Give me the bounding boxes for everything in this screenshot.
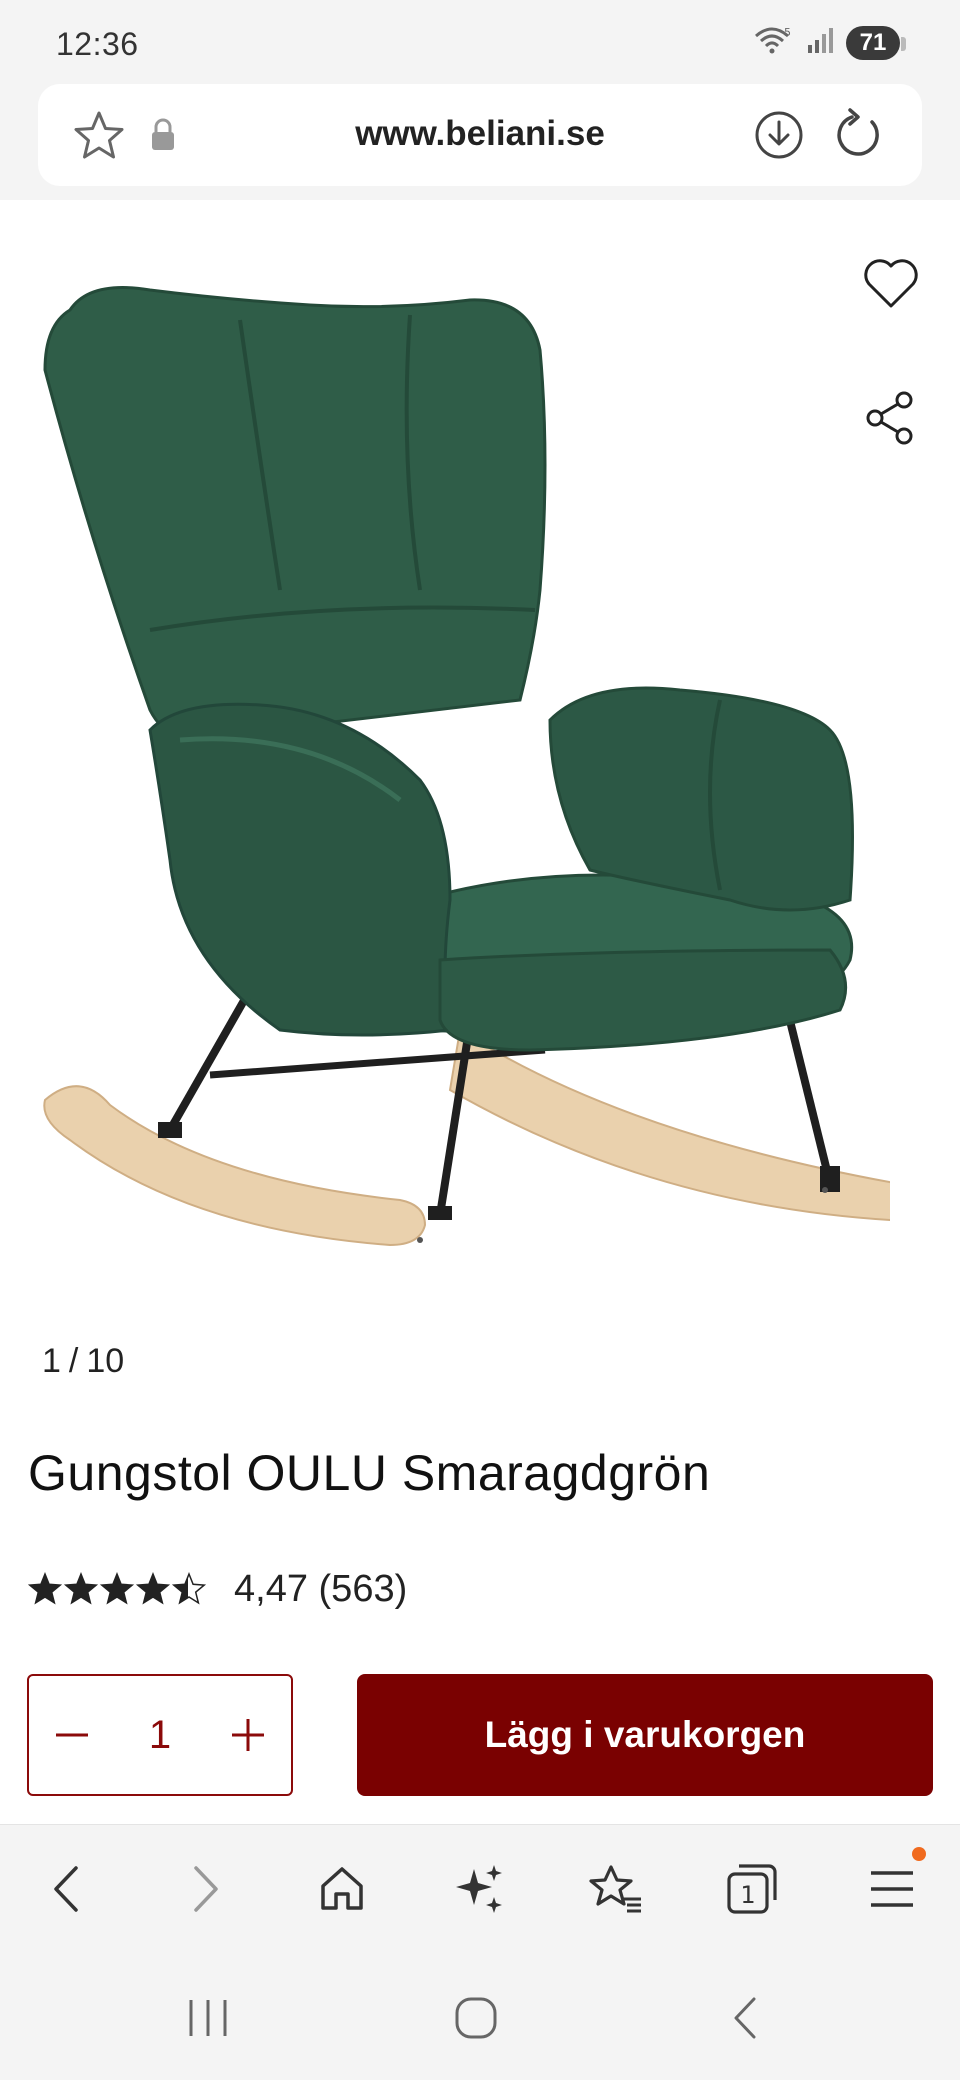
reload-icon[interactable] <box>834 108 884 165</box>
address-bar-container: www.beliani.se <box>0 84 960 200</box>
rating-star-filled <box>29 1573 61 1603</box>
add-to-cart-button[interactable]: Lägg i varukorgen <box>357 1674 933 1796</box>
gallery-separator: / <box>68 1342 79 1380</box>
battery-indicator: 71 <box>846 25 906 60</box>
product-title: Gungstol OULU Smaragdgrön <box>28 1445 711 1501</box>
address-bar[interactable]: www.beliani.se <box>38 84 922 186</box>
forward-icon[interactable] <box>176 1859 236 1919</box>
gallery-current: 1 <box>42 1342 61 1380</box>
gallery-total: 10 <box>86 1342 125 1380</box>
rating-star-filled <box>65 1573 97 1603</box>
decrease-quantity-button[interactable] <box>47 1710 97 1760</box>
plus-icon <box>232 1719 264 1751</box>
rating-star-filled <box>101 1573 133 1603</box>
product-rating[interactable]: 4,47 (563) <box>28 1568 407 1611</box>
sparkle-icon[interactable] <box>450 1859 510 1919</box>
tabs-count: 1 <box>740 1881 755 1909</box>
gallery-counter: 1/10 <box>42 1342 124 1381</box>
rating-text: 4,47 (563) <box>234 1568 407 1611</box>
rating-stars <box>28 1571 208 1608</box>
home-icon[interactable] <box>312 1859 372 1919</box>
system-back-icon[interactable] <box>716 1988 776 2048</box>
rating-star-filled <box>137 1573 169 1603</box>
quantity-value[interactable]: 1 <box>149 1713 171 1758</box>
status-icons: 5 71 <box>752 24 906 61</box>
status-time: 12:36 <box>56 26 139 62</box>
quantity-stepper: 1 <box>27 1674 293 1796</box>
increase-quantity-button[interactable] <box>223 1710 273 1760</box>
share-icon[interactable] <box>864 390 916 451</box>
menu-icon[interactable] <box>862 1847 926 1919</box>
system-navigation-bar <box>0 1950 960 2080</box>
back-icon[interactable] <box>36 1859 96 1919</box>
rating-score: 4,47 <box>234 1568 308 1610</box>
product-page: 1/10 Gungstol OULU Smaragdgrön 4,47 (563… <box>0 200 960 1824</box>
rating-count: (563) <box>318 1568 408 1610</box>
browser-toolbar: 1 <box>0 1824 960 1950</box>
favorites-icon[interactable] <box>586 1859 646 1919</box>
star-rating-icon <box>28 1571 207 1605</box>
svg-text:5: 5 <box>784 26 791 39</box>
download-icon[interactable] <box>754 110 804 165</box>
home-circle-icon[interactable] <box>446 1988 506 2048</box>
minus-icon <box>56 1733 88 1737</box>
product-image[interactable] <box>30 260 943 1340</box>
heart-icon[interactable] <box>862 256 920 315</box>
status-bar: 12:36 5 71 <box>0 0 960 84</box>
tabs-icon[interactable]: 1 <box>722 1859 782 1919</box>
recents-icon[interactable] <box>178 1988 238 2048</box>
signal-icon <box>806 25 836 60</box>
wifi-icon: 5 <box>752 24 796 61</box>
notification-dot <box>912 1847 926 1861</box>
